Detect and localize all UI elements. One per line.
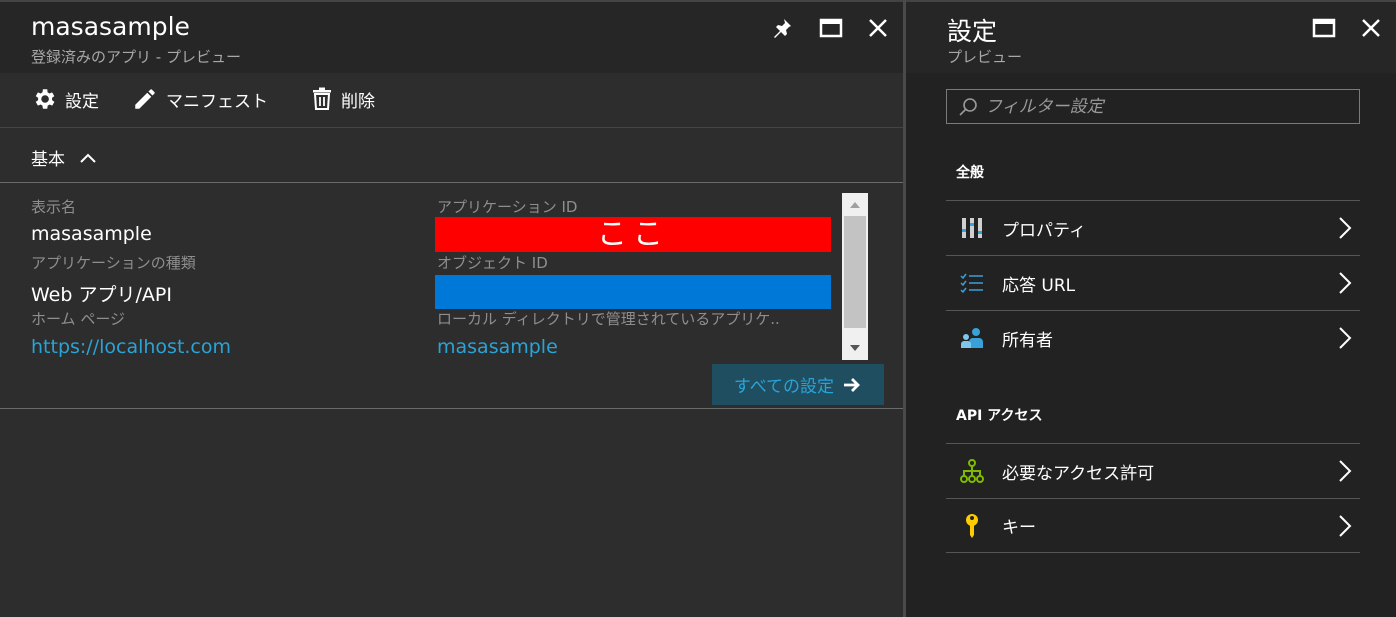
menu-item-reply-url[interactable]: 応答 URL <box>946 255 1360 310</box>
home-page-link[interactable]: https://localhost.com <box>31 336 231 358</box>
settings-button-label: 設定 <box>65 91 99 112</box>
menu-item-reply-url-label: 応答 URL <box>1002 275 1076 296</box>
close-icon[interactable] <box>1359 16 1383 40</box>
essentials-bottom-divider <box>0 408 903 409</box>
settings-blade-title: 設定 <box>947 17 998 46</box>
owners-icon <box>960 326 984 350</box>
managed-app-label: ローカル ディレクトリで管理されているアプリケ.. <box>437 310 780 328</box>
app-blade: masasample 登録済みのアプリ - プレビュー 設定 マニフェスト 削除… <box>0 0 903 617</box>
gear-icon <box>35 89 55 109</box>
reply-url-icon <box>960 271 984 295</box>
trash-icon <box>313 87 331 110</box>
group-label-general: 全般 <box>956 165 984 181</box>
maximize-icon[interactable] <box>1312 16 1336 40</box>
scroll-down-arrow-icon[interactable] <box>842 338 868 358</box>
pencil-icon <box>135 89 155 109</box>
menu-item-required-permissions[interactable]: 必要なアクセス許可 <box>946 443 1360 498</box>
filter-input[interactable] <box>985 96 1345 117</box>
menu-item-owners-label: 所有者 <box>1002 330 1053 351</box>
app-id-label: アプリケーション ID <box>437 198 578 216</box>
delete-button[interactable]: 削除 <box>311 85 375 113</box>
filter-box <box>946 89 1360 124</box>
menu-item-keys-label: キー <box>1002 518 1036 538</box>
scrollbar-thumb[interactable] <box>844 216 866 328</box>
chevron-right-icon <box>1339 217 1352 239</box>
group-label-api-access: API アクセス <box>956 408 1043 424</box>
arrow-right-icon <box>844 377 861 392</box>
chevron-right-icon <box>1339 514 1352 537</box>
permissions-icon <box>960 459 984 483</box>
key-icon <box>960 513 984 538</box>
home-page-label: ホーム ページ <box>31 310 126 328</box>
search-icon <box>959 97 977 116</box>
command-bar: 設定 マニフェスト 削除 <box>0 73 903 128</box>
settings-blade: 設定 プレビュー 全般 プロパティ 応答 URL 所有者 API アクセス <box>906 0 1396 617</box>
display-name-label: 表示名 <box>31 198 77 216</box>
app-type-value: Web アプリ/API <box>31 284 172 306</box>
all-settings-label: すべての設定 <box>733 377 835 397</box>
menu-item-properties[interactable]: プロパティ <box>946 200 1360 255</box>
menu-item-keys[interactable]: キー <box>946 498 1360 553</box>
app-blade-subtitle: 登録済みのアプリ - プレビュー <box>31 48 241 66</box>
section-divider <box>0 182 903 183</box>
all-settings-button[interactable]: すべての設定 <box>712 364 884 405</box>
app-blade-title: masasample <box>31 12 190 41</box>
settings-blade-header: 設定 プレビュー <box>906 0 1396 73</box>
essentials-scrollbar[interactable] <box>842 193 868 360</box>
chevron-right-icon <box>1339 327 1352 349</box>
essentials-toggle[interactable]: 基本 <box>31 145 97 170</box>
chevron-up-icon <box>80 153 96 163</box>
object-id-redacted <box>435 275 831 309</box>
maximize-icon[interactable] <box>819 16 843 40</box>
app-blade-header: masasample 登録済みのアプリ - プレビュー <box>0 0 903 73</box>
menu-item-owners[interactable]: 所有者 <box>946 310 1360 365</box>
manifest-button-label: マニフェスト <box>166 91 268 112</box>
chevron-right-icon <box>1339 460 1352 482</box>
properties-icon <box>960 216 984 240</box>
display-name-value: masasample <box>31 223 152 245</box>
menu-item-properties-label: プロパティ <box>1002 220 1086 241</box>
app-type-label: アプリケーションの種類 <box>31 254 196 272</box>
close-icon[interactable] <box>866 16 890 40</box>
settings-button[interactable]: 設定 <box>31 85 99 113</box>
object-id-label: オブジェクト ID <box>437 254 548 272</box>
app-id-highlight: ここ <box>435 217 831 252</box>
chevron-right-icon <box>1339 272 1352 294</box>
settings-blade-subtitle: プレビュー <box>947 48 1023 66</box>
menu-item-required-permissions-label: 必要なアクセス許可 <box>1002 463 1155 484</box>
delete-button-label: 削除 <box>341 91 375 112</box>
managed-app-link[interactable]: masasample <box>437 336 558 358</box>
manifest-button[interactable]: マニフェスト <box>132 85 268 113</box>
scroll-up-arrow-icon[interactable] <box>842 195 868 215</box>
pin-icon[interactable] <box>770 16 794 40</box>
essentials-label: 基本 <box>31 150 65 170</box>
